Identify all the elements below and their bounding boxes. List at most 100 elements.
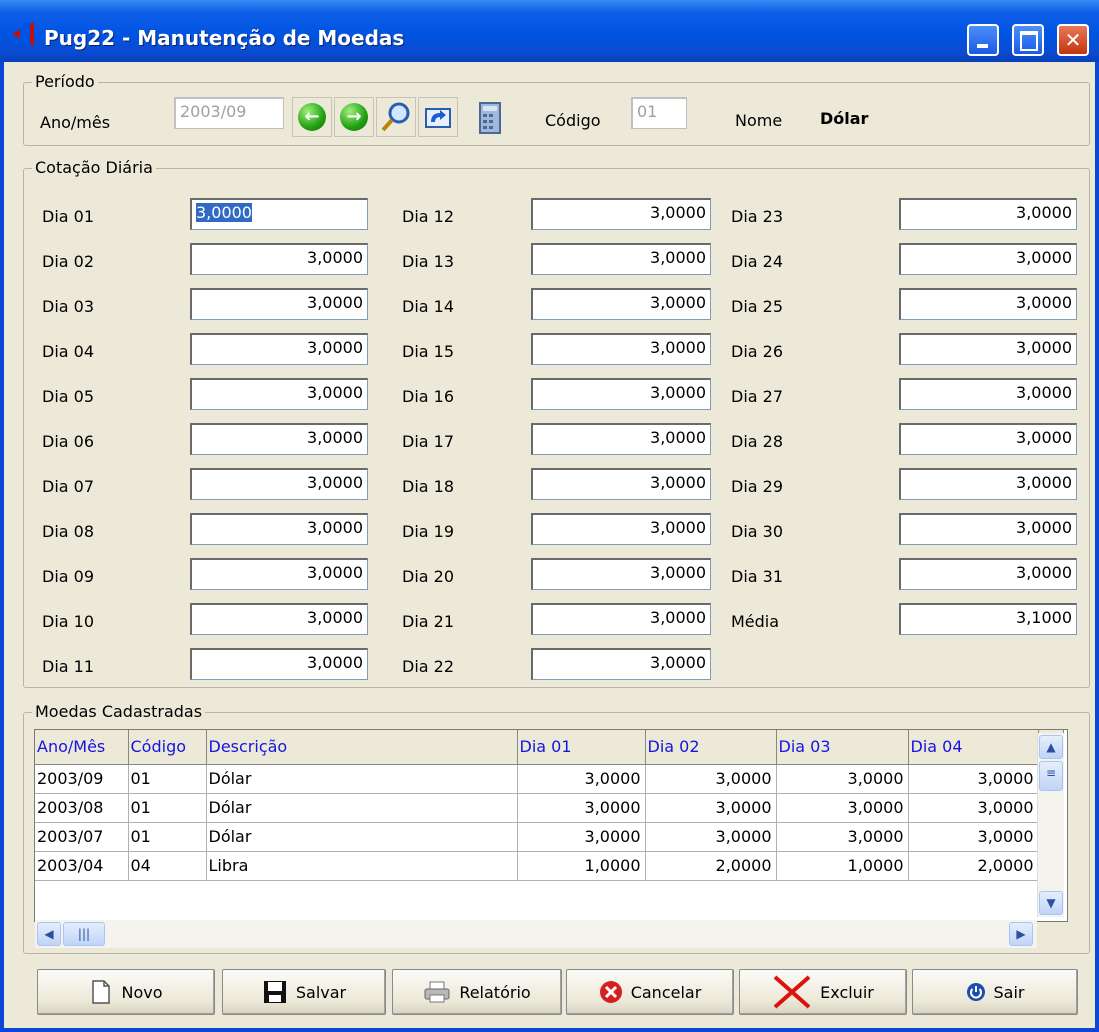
close-icon: ✕ bbox=[1064, 28, 1082, 52]
dia-field-11[interactable]: 3,0000 bbox=[190, 648, 368, 680]
dia-field-27[interactable]: 3,0000 bbox=[899, 378, 1077, 410]
title-bar[interactable]: Pug22 - Manutenção de Moedas ✕ bbox=[0, 0, 1099, 62]
table-cell: Dólar bbox=[206, 764, 518, 794]
table-row[interactable]: 2003/04 04 Libra 1,0000 2,0000 1,0000 2,0000 bbox=[35, 851, 1064, 881]
table-row[interactable]: 2003/07 01 Dólar 3,0000 3,0000 3,0000 3,0000 bbox=[35, 822, 1064, 852]
dia-field-15[interactable]: 3,0000 bbox=[531, 333, 711, 365]
dia-field-16[interactable]: 3,0000 bbox=[531, 378, 711, 410]
maximize-button[interactable] bbox=[1012, 24, 1044, 56]
cancel-icon bbox=[599, 981, 622, 1003]
horizontal-scroll-thumb[interactable]: ||| bbox=[63, 922, 105, 946]
dia-field-23[interactable]: 3,0000 bbox=[899, 198, 1077, 230]
vertical-scrollbar[interactable]: ▲ ≡ ▼ bbox=[1037, 733, 1064, 917]
dia-field-05[interactable]: 3,0000 bbox=[190, 378, 368, 410]
scroll-down-button[interactable]: ▼ bbox=[1039, 891, 1063, 915]
scroll-left-button[interactable]: ◀ bbox=[37, 922, 61, 946]
table-row[interactable]: 2003/08 01 Dólar 3,0000 3,0000 3,0000 3,0000 bbox=[35, 793, 1064, 823]
app-logo-icon bbox=[12, 22, 34, 46]
dia-field-29[interactable]: 3,0000 bbox=[899, 468, 1077, 500]
window-title: Pug22 - Manutenção de Moedas bbox=[44, 26, 405, 50]
previous-button[interactable]: ← bbox=[292, 97, 332, 137]
dia-field-09[interactable]: 3,0000 bbox=[190, 558, 368, 590]
codigo-field[interactable]: 01 bbox=[631, 97, 687, 129]
salvar-label: Salvar bbox=[295, 982, 347, 1002]
next-icon: → bbox=[340, 103, 368, 131]
dia-field-02[interactable]: 3,0000 bbox=[190, 243, 368, 275]
column-header[interactable]: Descrição bbox=[206, 730, 518, 765]
excluir-button[interactable]: Excluir bbox=[739, 969, 907, 1015]
table-cell: 2003/04 bbox=[35, 851, 129, 881]
column-header[interactable]: Dia 02 bbox=[645, 730, 777, 765]
dia-field-01[interactable]: 3,0000 bbox=[190, 198, 368, 230]
dia-field-13[interactable]: 3,0000 bbox=[531, 243, 711, 275]
dia-label-13: Dia 13 bbox=[402, 252, 455, 271]
column-header[interactable]: Código bbox=[128, 730, 207, 765]
cancelar-button[interactable]: Cancelar bbox=[566, 969, 734, 1015]
table-cell: Dólar bbox=[206, 793, 518, 823]
table-cell: 3,0000 bbox=[645, 822, 777, 852]
dia-label-11: Dia 11 bbox=[42, 657, 95, 676]
main-window: Pug22 - Manutenção de Moedas ✕ Período A… bbox=[0, 0, 1099, 1032]
dia-field-04[interactable]: 3,0000 bbox=[190, 333, 368, 365]
dia-field-25[interactable]: 3,0000 bbox=[899, 288, 1077, 320]
column-header[interactable]: Dia 04 bbox=[908, 730, 1039, 765]
nome-value: Dólar bbox=[820, 109, 869, 128]
table-cell: 3,0000 bbox=[645, 764, 777, 794]
dia-field-media[interactable]: 3,1000 bbox=[899, 603, 1077, 635]
scroll-up-button[interactable]: ▲ bbox=[1039, 735, 1063, 759]
search-button[interactable] bbox=[376, 97, 416, 137]
table-row[interactable]: 2003/09 01 Dólar 3,0000 3,0000 3,0000 3,0000 bbox=[35, 764, 1064, 794]
dia-field-19[interactable]: 3,0000 bbox=[531, 513, 711, 545]
excluir-label: Excluir bbox=[820, 982, 874, 1002]
maximize-icon bbox=[1020, 31, 1038, 51]
chevron-down-icon: ▼ bbox=[1046, 896, 1056, 910]
sair-button[interactable]: Sair bbox=[912, 969, 1078, 1015]
save-icon bbox=[263, 981, 286, 1003]
table-cell: 3,0000 bbox=[776, 793, 909, 823]
column-header[interactable]: Dia 01 bbox=[517, 730, 646, 765]
column-header[interactable]: Dia 03 bbox=[776, 730, 909, 765]
dia-field-31[interactable]: 3,0000 bbox=[899, 558, 1077, 590]
dia-field-08[interactable]: 3,0000 bbox=[190, 513, 368, 545]
ano-mes-field[interactable]: 2003/09 bbox=[174, 97, 284, 129]
novo-button[interactable]: Novo bbox=[37, 969, 215, 1015]
vertical-scroll-thumb[interactable]: ≡ bbox=[1039, 761, 1063, 791]
dia-field-22[interactable]: 3,0000 bbox=[531, 648, 711, 680]
minimize-icon bbox=[977, 44, 988, 48]
dia-field-14[interactable]: 3,0000 bbox=[531, 288, 711, 320]
dia-field-17[interactable]: 3,0000 bbox=[531, 423, 711, 455]
table-cell: 3,0000 bbox=[645, 793, 777, 823]
dia-field-26[interactable]: 3,0000 bbox=[899, 333, 1077, 365]
dia-field-28[interactable]: 3,0000 bbox=[899, 423, 1077, 455]
refresh-button[interactable] bbox=[418, 97, 458, 137]
dia-field-21[interactable]: 3,0000 bbox=[531, 603, 711, 635]
relatorio-button[interactable]: Relatório bbox=[392, 969, 562, 1015]
novo-label: Novo bbox=[121, 982, 163, 1002]
next-button[interactable]: → bbox=[334, 97, 374, 137]
minimize-button[interactable] bbox=[967, 24, 999, 56]
dia-field-20[interactable]: 3,0000 bbox=[531, 558, 711, 590]
dia-field-10[interactable]: 3,0000 bbox=[190, 603, 368, 635]
table-cell: 3,0000 bbox=[517, 822, 646, 852]
close-button[interactable]: ✕ bbox=[1057, 24, 1089, 56]
dia-field-03[interactable]: 3,0000 bbox=[190, 288, 368, 320]
power-icon bbox=[966, 983, 985, 1001]
dia-field-30[interactable]: 3,0000 bbox=[899, 513, 1077, 545]
calculator-button[interactable] bbox=[470, 97, 510, 137]
column-header[interactable]: Ano/Mês bbox=[35, 730, 129, 765]
salvar-button[interactable]: Salvar bbox=[222, 969, 386, 1015]
moedas-table: Ano/Mês Código Descrição Dia 01 Dia 02 Dia 03… bbox=[35, 730, 1064, 881]
search-icon bbox=[381, 102, 410, 132]
dia-field-18[interactable]: 3,0000 bbox=[531, 468, 711, 500]
new-document-icon bbox=[92, 980, 111, 1004]
chevron-up-icon: ▲ bbox=[1046, 740, 1056, 754]
dia-field-24[interactable]: 3,0000 bbox=[899, 243, 1077, 275]
dia-field-12[interactable]: 3,0000 bbox=[531, 198, 711, 230]
scroll-right-button[interactable]: ▶ bbox=[1009, 922, 1033, 946]
refresh-icon bbox=[425, 108, 451, 128]
dia-label-08: Dia 08 bbox=[42, 522, 95, 541]
dia-field-07[interactable]: 3,0000 bbox=[190, 468, 368, 500]
dia-field-06[interactable]: 3,0000 bbox=[190, 423, 368, 455]
horizontal-scrollbar[interactable]: ◀ ||| ▶ bbox=[35, 920, 1037, 948]
moedas-grid[interactable]: Ano/Mês Código Descrição Dia 01 Dia 02 Dia 03… bbox=[34, 729, 1068, 922]
